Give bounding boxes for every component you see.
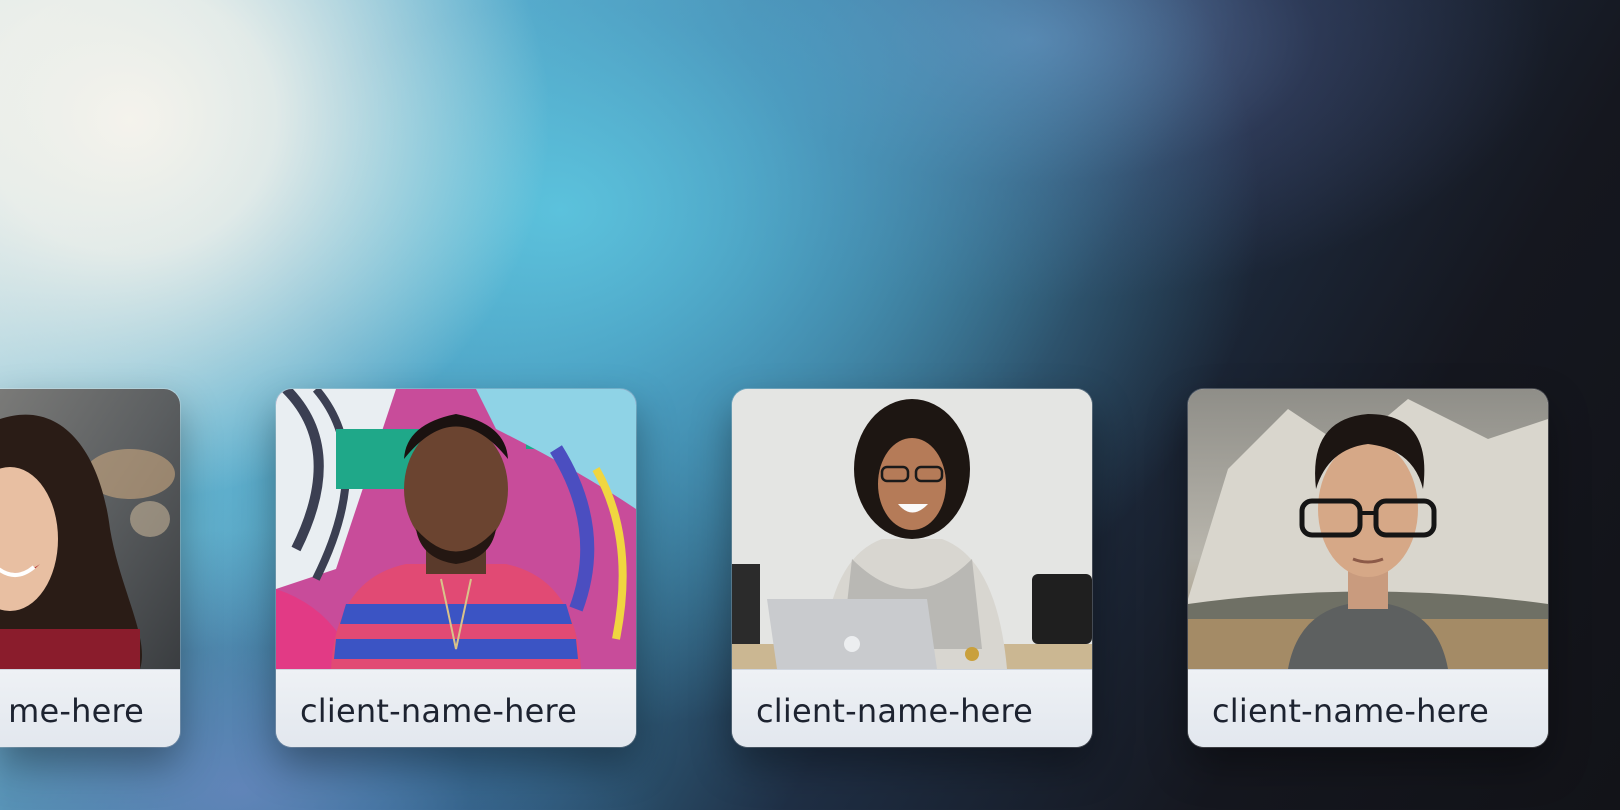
client-caption: client-name-here — [276, 669, 636, 747]
client-photo — [1188, 389, 1548, 669]
client-caption: client-name-here — [732, 669, 1092, 747]
client-card[interactable]: client-name-here — [276, 389, 636, 747]
client-name: client-name-here — [300, 692, 578, 730]
client-name: me-here — [8, 692, 144, 730]
client-card[interactable]: client-name-here — [1188, 389, 1548, 747]
client-name: client-name-here — [1212, 692, 1490, 730]
client-photo — [0, 389, 180, 669]
client-card[interactable]: client-name-here — [732, 389, 1092, 747]
client-name: client-name-here — [756, 692, 1034, 730]
man-glasses-mountain-photo — [1188, 389, 1548, 669]
smiling-woman-dark-hair-photo — [0, 389, 180, 669]
client-card[interactable]: me-here — [0, 389, 180, 747]
woman-laptop-laughing-photo — [732, 389, 1092, 669]
client-caption: client-name-here — [1188, 669, 1548, 747]
client-photo — [276, 389, 636, 669]
client-caption: me-here — [0, 669, 180, 747]
client-gallery: me-here client-name-here client-name-her… — [0, 389, 1620, 749]
client-photo — [732, 389, 1092, 669]
man-graffiti-wall-photo — [276, 389, 636, 669]
